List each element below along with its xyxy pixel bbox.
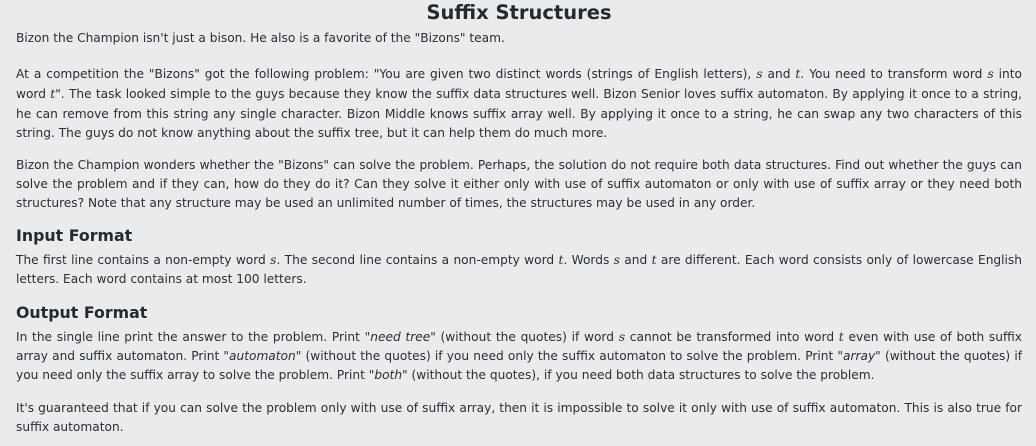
input-format-paragraph: The first line contains a non-empty word… <box>16 250 1022 289</box>
wonder-paragraph: Bizon the Champion wonders whether the "… <box>16 158 1022 211</box>
input-text-2: . The second line contains a non-empty w… <box>276 252 559 267</box>
page-title: Suffix Structures <box>426 1 612 24</box>
output-format-heading: Output Format <box>16 303 148 323</box>
problem-statement: Suffix Structures Bizon the Champion isn… <box>0 0 1036 446</box>
problem-text-2: and <box>762 67 796 82</box>
input-text-1: The first line contains a non-empty word <box>16 252 271 267</box>
output-text-5: (without the quotes) if you need only th… <box>301 349 838 364</box>
output-text-7: (without the quotes), if you need both d… <box>407 368 875 383</box>
output-text-1: In the single line print the answer to t… <box>16 330 365 345</box>
input-text-4: and <box>619 252 652 267</box>
problem-text-5: ". The task looked simple to the guys be… <box>16 87 1022 140</box>
problem-paragraph: At a competition the "Bizons" got the fo… <box>16 64 1022 143</box>
problem-text-1: At a competition the "Bizons" got the fo… <box>16 67 757 82</box>
answer-need-tree: "need tree" <box>364 330 436 345</box>
output-text-3: cannot be transformed into word <box>625 330 839 345</box>
intro-paragraph: Bizon the Champion isn't just a bison. H… <box>16 31 505 45</box>
input-format-heading: Input Format <box>16 225 133 245</box>
input-text-3: . Words <box>563 252 614 267</box>
answer-array: "array" <box>837 349 881 364</box>
output-format-paragraph: In the single line print the answer to t… <box>16 327 1022 386</box>
problem-text-3: . You need to transform word <box>800 67 988 82</box>
output-text-2: (without the quotes) if word <box>435 330 619 345</box>
answer-both: "both" <box>368 368 408 383</box>
answer-automaton: "automaton" <box>223 349 302 364</box>
guarantee-paragraph: It's guaranteed that if you can solve th… <box>16 400 1022 434</box>
